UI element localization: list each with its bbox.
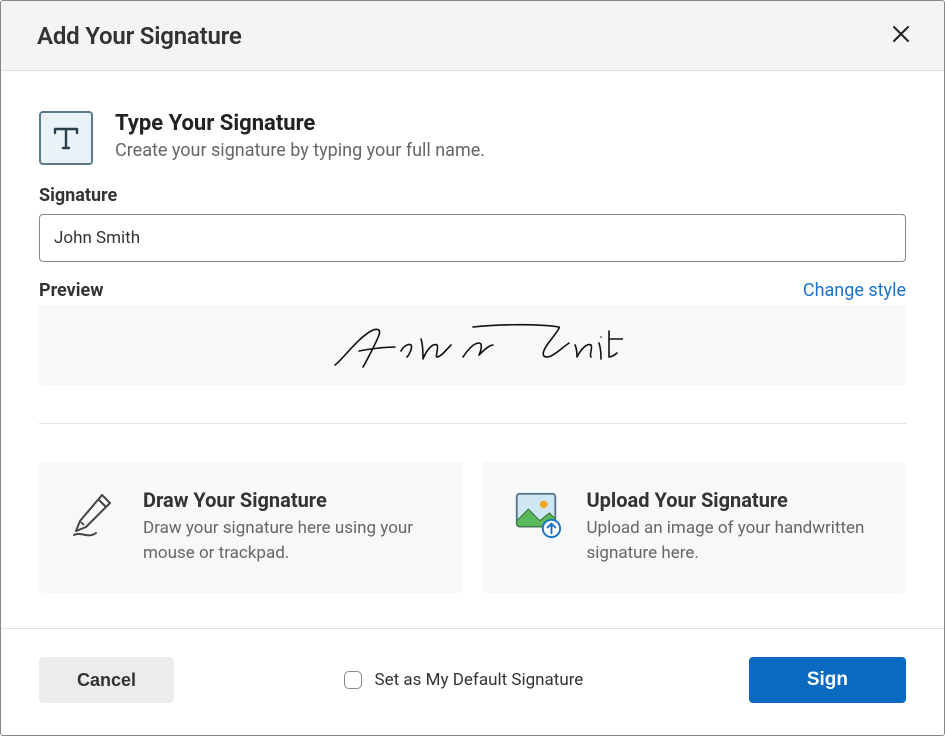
modal-title: Add Your Signature xyxy=(37,22,242,50)
type-section-title: Type Your Signature xyxy=(115,111,485,136)
add-signature-modal: Add Your Signature Type Your Signature C… xyxy=(0,0,945,736)
upload-signature-card[interactable]: Upload Your Signature Upload an image of… xyxy=(483,462,907,593)
image-upload-icon xyxy=(511,488,563,540)
type-section-header: Type Your Signature Create your signatur… xyxy=(39,111,906,165)
draw-signature-card[interactable]: Draw Your Signature Draw your signature … xyxy=(39,462,463,593)
set-default-wrapper[interactable]: Set as My Default Signature xyxy=(340,668,584,692)
modal-body: Type Your Signature Create your signatur… xyxy=(1,71,944,628)
signature-preview xyxy=(39,305,906,385)
modal-footer: Cancel Set as My Default Signature Sign xyxy=(1,628,944,735)
section-divider xyxy=(39,423,906,424)
sign-button[interactable]: Sign xyxy=(749,657,906,703)
signature-preview-svg xyxy=(323,315,623,375)
upload-option-subtitle: Upload an image of your handwritten sign… xyxy=(587,516,879,565)
close-icon xyxy=(892,25,910,46)
draw-option-title: Draw Your Signature xyxy=(143,488,435,512)
pencil-icon xyxy=(67,488,119,540)
signature-input[interactable] xyxy=(39,214,906,262)
signature-options-row: Draw Your Signature Draw your signature … xyxy=(39,462,906,593)
type-icon xyxy=(39,111,93,165)
set-default-label: Set as My Default Signature xyxy=(375,670,584,690)
modal-header: Add Your Signature xyxy=(1,1,944,71)
preview-row: Preview Change style xyxy=(39,280,906,301)
set-default-checkbox[interactable] xyxy=(344,671,362,689)
draw-option-subtitle: Draw your signature here using your mous… xyxy=(143,516,435,565)
preview-label: Preview xyxy=(39,280,103,301)
close-button[interactable] xyxy=(886,19,916,52)
cancel-button[interactable]: Cancel xyxy=(39,657,174,703)
upload-option-title: Upload Your Signature xyxy=(587,488,879,512)
type-signature-section: Type Your Signature Create your signatur… xyxy=(39,111,906,385)
change-style-link[interactable]: Change style xyxy=(803,280,906,301)
signature-input-label: Signature xyxy=(39,185,906,206)
type-section-subtitle: Create your signature by typing your ful… xyxy=(115,140,485,161)
